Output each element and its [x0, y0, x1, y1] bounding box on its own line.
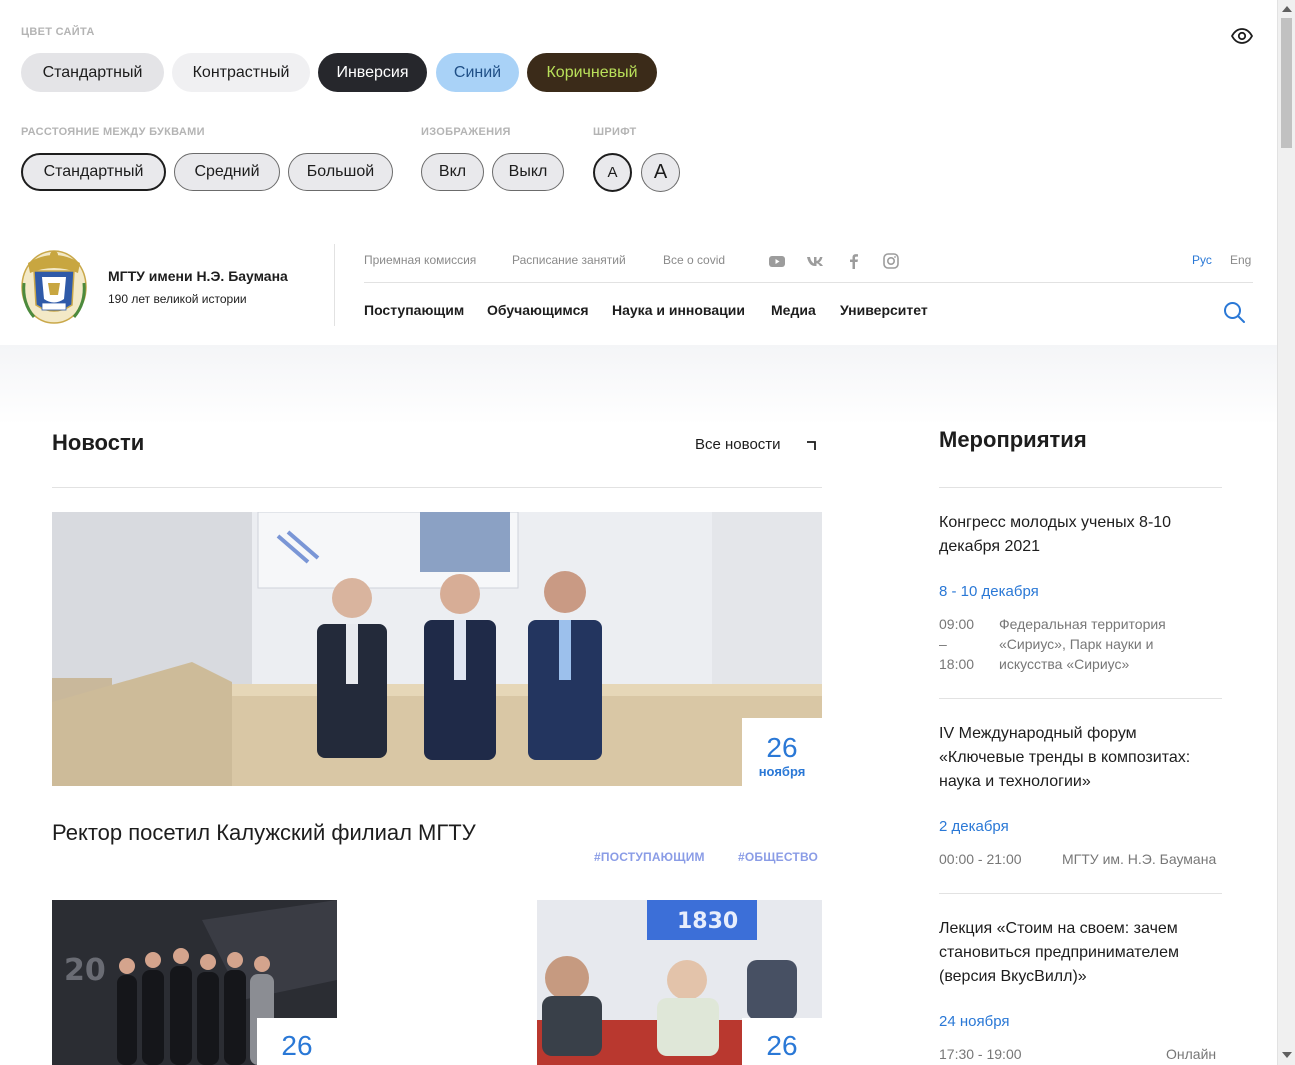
scroll-up-arrow-icon[interactable]	[1282, 6, 1292, 12]
featured-date-day: 26	[766, 732, 798, 763]
eye-icon[interactable]	[1230, 24, 1254, 48]
lang-ru-link[interactable]: Рус	[1192, 253, 1212, 267]
spacing-standard-button[interactable]: Стандартный	[21, 153, 166, 191]
event-time-start: 09:00	[939, 616, 975, 632]
svg-text:20: 20	[64, 953, 106, 988]
color-blue-button[interactable]: Синий	[436, 53, 519, 92]
header-divider	[334, 244, 335, 326]
event-date: 2 декабря	[939, 818, 1009, 835]
news-card-date-badge: 26	[742, 1018, 822, 1065]
featured-news-image[interactable]	[52, 512, 822, 786]
event-time: 00:00 - 21:00	[939, 851, 1022, 867]
spacing-large-button[interactable]: Большой	[288, 153, 393, 191]
letter-spacing-label: РАССТОЯНИЕ МЕЖДУ БУКВАМИ	[21, 126, 205, 138]
nav-students[interactable]: Обучающимся	[487, 302, 589, 318]
event-place: Онлайн	[1166, 1046, 1217, 1062]
color-inversion-button[interactable]: Инверсия	[318, 53, 427, 92]
event-divider	[939, 893, 1222, 894]
images-off-button[interactable]: Выкл	[492, 153, 564, 191]
top-link-schedule[interactable]: Расписание занятий	[512, 253, 626, 267]
event-time-separator: –	[939, 636, 947, 652]
facebook-icon[interactable]	[845, 252, 863, 270]
event-place: Федеральная территория «Сириус», Парк на…	[999, 616, 1166, 672]
news-card-date-day: 26	[766, 1030, 798, 1061]
tag-society[interactable]: #ОБЩЕСТВО	[738, 850, 818, 864]
font-large-button[interactable]: А	[641, 153, 680, 192]
nav-science[interactable]: Наука и инновации	[612, 302, 745, 318]
header-line	[364, 282, 1253, 283]
news-card-date-badge: 26	[257, 1018, 337, 1065]
images-on-button[interactable]: Вкл	[421, 153, 484, 191]
all-news-link[interactable]: Все новости	[695, 436, 781, 453]
site-header	[0, 230, 1277, 345]
event-time: 17:30 - 19:00	[939, 1046, 1022, 1062]
tag-applicants[interactable]: #ПОСТУПАЮЩИМ	[594, 850, 705, 864]
scroll-down-arrow-icon[interactable]	[1282, 1052, 1292, 1058]
featured-date-month: ноября	[758, 764, 806, 779]
news-card-date-day: 26	[281, 1030, 313, 1061]
font-label: ШРИФТ	[593, 126, 637, 138]
event-title[interactable]: Лекция «Стоим на своем: зачем становитьс…	[939, 917, 1219, 989]
brand-title[interactable]: МГТУ имени Н.Э. Баумана	[108, 268, 288, 284]
site-color-label: ЦВЕТ САЙТА	[21, 26, 95, 38]
featured-date-badge: 26 ноября	[742, 718, 822, 788]
brand-subtitle: 190 лет великой истории	[108, 292, 247, 306]
news-heading: Новости	[52, 430, 145, 455]
search-icon[interactable]	[1222, 300, 1246, 324]
spacing-medium-button[interactable]: Средний	[174, 153, 280, 191]
instagram-icon[interactable]	[882, 252, 900, 270]
event-time-end: 18:00	[939, 656, 975, 672]
color-contrast-button[interactable]: Контрастный	[172, 53, 310, 92]
featured-news-title[interactable]: Ректор посетил Калужский филиал МГТУ	[52, 820, 476, 846]
svg-text:1830: 1830	[677, 909, 738, 934]
events-divider	[939, 487, 1222, 488]
nav-university[interactable]: Университет	[840, 302, 928, 318]
event-place: МГТУ им. Н.Э. Баумана	[1062, 851, 1217, 867]
event-title[interactable]: Конгресс молодых ученых 8-10 декабря 202…	[939, 511, 1219, 559]
event-date: 8 - 10 декабря	[939, 583, 1039, 600]
vk-icon[interactable]	[806, 252, 824, 270]
top-link-covid[interactable]: Все о covid	[663, 253, 725, 267]
top-link-admissions[interactable]: Приемная комиссия	[364, 253, 476, 267]
color-brown-button[interactable]: Коричневый	[527, 53, 657, 92]
page-scrollbar[interactable]	[1277, 0, 1295, 1065]
youtube-icon[interactable]	[768, 252, 786, 270]
nav-applicants[interactable]: Поступающим	[364, 302, 464, 318]
event-date: 24 ноября	[939, 1013, 1010, 1030]
university-logo[interactable]	[20, 243, 88, 325]
images-label: ИЗОБРАЖЕНИЯ	[421, 126, 511, 138]
nav-media[interactable]: Медиа	[771, 302, 816, 318]
lang-en-link[interactable]: Eng	[1230, 253, 1251, 267]
featured-photo-illustration	[52, 512, 822, 786]
news-divider	[52, 487, 822, 488]
event-divider	[939, 698, 1222, 699]
accessibility-panel: ЦВЕТ САЙТА Стандартный Контрастный Инвер…	[0, 0, 1277, 230]
scrollbar-thumb[interactable]	[1281, 18, 1292, 148]
color-standard-button[interactable]: Стандартный	[21, 53, 164, 92]
event-title[interactable]: IV Международный форум «Ключевые тренды …	[939, 722, 1219, 794]
font-small-button[interactable]: А	[593, 153, 632, 192]
arrow-corner-icon[interactable]	[804, 438, 818, 452]
events-heading: Мероприятия	[939, 427, 1087, 452]
